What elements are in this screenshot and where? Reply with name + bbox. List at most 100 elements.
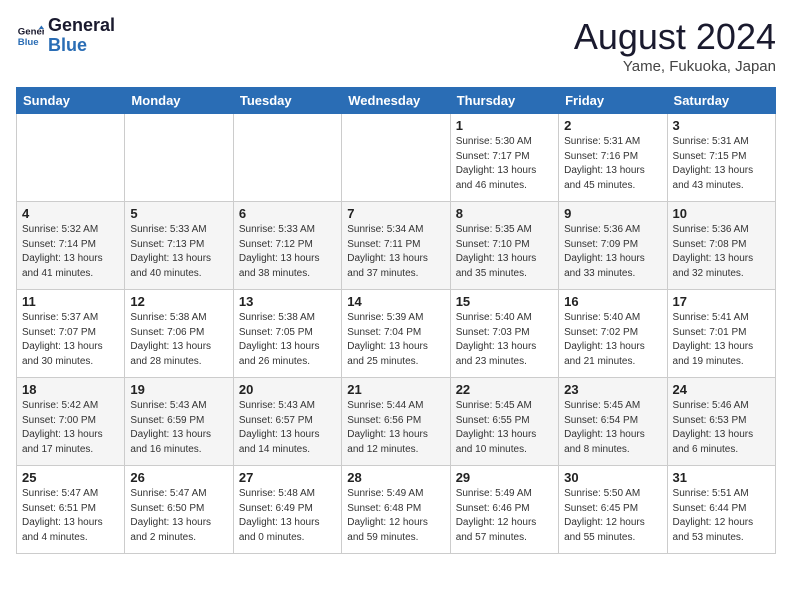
day-number: 2	[564, 118, 661, 133]
calendar-cell: 14 Sunrise: 5:39 AM Sunset: 7:04 PM Dayli…	[342, 290, 450, 378]
calendar-week-row: 1 Sunrise: 5:30 AM Sunset: 7:17 PM Daylig…	[17, 114, 776, 202]
day-info: Sunrise: 5:30 AM Sunset: 7:17 PM Dayligh…	[456, 135, 553, 193]
day-number: 17	[673, 294, 770, 309]
weekday-header-wednesday: Wednesday	[342, 88, 450, 114]
day-number: 30	[564, 470, 661, 485]
day-number: 1	[456, 118, 553, 133]
day-info: Sunrise: 5:31 AM Sunset: 7:15 PM Dayligh…	[673, 135, 770, 193]
calendar-week-row: 4 Sunrise: 5:32 AM Sunset: 7:14 PM Daylig…	[17, 202, 776, 290]
day-number: 22	[456, 382, 553, 397]
day-number: 13	[239, 294, 336, 309]
day-info: Sunrise: 5:46 AM Sunset: 6:53 PM Dayligh…	[673, 399, 770, 457]
calendar-cell: 24Sunrise: 5:46 AM Sunset: 6:53 PM Dayli…	[667, 378, 775, 466]
calendar-cell: 18 Sunrise: 5:42 AM Sunset: 7:00 PM Dayli…	[17, 378, 125, 466]
weekday-header-tuesday: Tuesday	[233, 88, 341, 114]
day-info: Sunrise: 5:31 AM Sunset: 7:16 PM Dayligh…	[564, 135, 661, 193]
day-number: 26	[130, 470, 227, 485]
day-number: 4	[22, 206, 119, 221]
day-number: 12	[130, 294, 227, 309]
calendar-title: August 2024	[574, 16, 776, 58]
day-info: Sunrise: 5:47 AM Sunset: 6:50 PM Dayligh…	[130, 487, 227, 545]
calendar-cell: 28 Sunrise: 5:49 AM Sunset: 6:48 PM Dayli…	[342, 466, 450, 554]
day-number: 20	[239, 382, 336, 397]
calendar-cell	[17, 114, 125, 202]
calendar-cell: 4 Sunrise: 5:32 AM Sunset: 7:14 PM Daylig…	[17, 202, 125, 290]
calendar-cell: 30 Sunrise: 5:50 AM Sunset: 6:45 PM Dayli…	[559, 466, 667, 554]
calendar-cell: 1 Sunrise: 5:30 AM Sunset: 7:17 PM Daylig…	[450, 114, 558, 202]
calendar-cell: 10Sunrise: 5:36 AM Sunset: 7:08 PM Dayli…	[667, 202, 775, 290]
calendar-cell: 31 Sunrise: 5:51 AM Sunset: 6:44 PM Dayli…	[667, 466, 775, 554]
day-info: Sunrise: 5:48 AM Sunset: 6:49 PM Dayligh…	[239, 487, 336, 545]
weekday-header-monday: Monday	[125, 88, 233, 114]
calendar-week-row: 25 Sunrise: 5:47 AM Sunset: 6:51 PM Dayli…	[17, 466, 776, 554]
day-info: Sunrise: 5:50 AM Sunset: 6:45 PM Dayligh…	[564, 487, 661, 545]
day-info: Sunrise: 5:36 AM Sunset: 7:09 PM Dayligh…	[564, 223, 661, 281]
day-info: Sunrise: 5:49 AM Sunset: 6:48 PM Dayligh…	[347, 487, 444, 545]
calendar-cell: 13 Sunrise: 5:38 AM Sunset: 7:05 PM Dayli…	[233, 290, 341, 378]
day-number: 31	[673, 470, 770, 485]
day-number: 28	[347, 470, 444, 485]
calendar-cell: 21 Sunrise: 5:44 AM Sunset: 6:56 PM Dayli…	[342, 378, 450, 466]
weekday-header-thursday: Thursday	[450, 88, 558, 114]
day-info: Sunrise: 5:35 AM Sunset: 7:10 PM Dayligh…	[456, 223, 553, 281]
calendar-cell	[125, 114, 233, 202]
day-number: 8	[456, 206, 553, 221]
day-number: 25	[22, 470, 119, 485]
day-info: Sunrise: 5:45 AM Sunset: 6:54 PM Dayligh…	[564, 399, 661, 457]
day-number: 29	[456, 470, 553, 485]
calendar-cell: 16Sunrise: 5:40 AM Sunset: 7:02 PM Dayli…	[559, 290, 667, 378]
calendar-cell: 22 Sunrise: 5:45 AM Sunset: 6:55 PM Dayli…	[450, 378, 558, 466]
day-info: Sunrise: 5:43 AM Sunset: 6:59 PM Dayligh…	[130, 399, 227, 457]
day-info: Sunrise: 5:44 AM Sunset: 6:56 PM Dayligh…	[347, 399, 444, 457]
day-info: Sunrise: 5:41 AM Sunset: 7:01 PM Dayligh…	[673, 311, 770, 369]
day-number: 7	[347, 206, 444, 221]
day-number: 9	[564, 206, 661, 221]
day-number: 14	[347, 294, 444, 309]
logo: General Blue General Blue	[16, 16, 115, 56]
calendar-cell: 27 Sunrise: 5:48 AM Sunset: 6:49 PM Dayli…	[233, 466, 341, 554]
day-info: Sunrise: 5:38 AM Sunset: 7:05 PM Dayligh…	[239, 311, 336, 369]
day-info: Sunrise: 5:42 AM Sunset: 7:00 PM Dayligh…	[22, 399, 119, 457]
day-info: Sunrise: 5:40 AM Sunset: 7:02 PM Dayligh…	[564, 311, 661, 369]
calendar-cell: 25 Sunrise: 5:47 AM Sunset: 6:51 PM Dayli…	[17, 466, 125, 554]
calendar-cell: 8 Sunrise: 5:35 AM Sunset: 7:10 PM Daylig…	[450, 202, 558, 290]
calendar-cell: 23Sunrise: 5:45 AM Sunset: 6:54 PM Dayli…	[559, 378, 667, 466]
day-info: Sunrise: 5:32 AM Sunset: 7:14 PM Dayligh…	[22, 223, 119, 281]
calendar-cell: 11 Sunrise: 5:37 AM Sunset: 7:07 PM Dayli…	[17, 290, 125, 378]
day-info: Sunrise: 5:43 AM Sunset: 6:57 PM Dayligh…	[239, 399, 336, 457]
calendar-cell	[342, 114, 450, 202]
calendar-week-row: 18 Sunrise: 5:42 AM Sunset: 7:00 PM Dayli…	[17, 378, 776, 466]
day-number: 15	[456, 294, 553, 309]
calendar-week-row: 11 Sunrise: 5:37 AM Sunset: 7:07 PM Dayli…	[17, 290, 776, 378]
day-info: Sunrise: 5:36 AM Sunset: 7:08 PM Dayligh…	[673, 223, 770, 281]
svg-text:Blue: Blue	[18, 37, 39, 48]
day-info: Sunrise: 5:47 AM Sunset: 6:51 PM Dayligh…	[22, 487, 119, 545]
calendar-table: SundayMondayTuesdayWednesdayThursdayFrid…	[16, 87, 776, 554]
weekday-header-friday: Friday	[559, 88, 667, 114]
day-number: 3	[673, 118, 770, 133]
day-info: Sunrise: 5:33 AM Sunset: 7:13 PM Dayligh…	[130, 223, 227, 281]
day-info: Sunrise: 5:33 AM Sunset: 7:12 PM Dayligh…	[239, 223, 336, 281]
day-number: 21	[347, 382, 444, 397]
logo-icon: General Blue	[16, 22, 44, 50]
day-info: Sunrise: 5:49 AM Sunset: 6:46 PM Dayligh…	[456, 487, 553, 545]
day-number: 19	[130, 382, 227, 397]
day-info: Sunrise: 5:45 AM Sunset: 6:55 PM Dayligh…	[456, 399, 553, 457]
page-header: General Blue General Blue August 2024 Ya…	[16, 16, 776, 75]
calendar-cell: 12Sunrise: 5:38 AM Sunset: 7:06 PM Dayli…	[125, 290, 233, 378]
title-block: August 2024 Yame, Fukuoka, Japan	[574, 16, 776, 75]
calendar-cell: 29 Sunrise: 5:49 AM Sunset: 6:46 PM Dayli…	[450, 466, 558, 554]
day-info: Sunrise: 5:51 AM Sunset: 6:44 PM Dayligh…	[673, 487, 770, 545]
calendar-cell: 6Sunrise: 5:33 AM Sunset: 7:12 PM Daylig…	[233, 202, 341, 290]
day-info: Sunrise: 5:39 AM Sunset: 7:04 PM Dayligh…	[347, 311, 444, 369]
day-number: 27	[239, 470, 336, 485]
day-info: Sunrise: 5:37 AM Sunset: 7:07 PM Dayligh…	[22, 311, 119, 369]
calendar-cell: 3 Sunrise: 5:31 AM Sunset: 7:15 PM Daylig…	[667, 114, 775, 202]
calendar-cell: 9 Sunrise: 5:36 AM Sunset: 7:09 PM Daylig…	[559, 202, 667, 290]
weekday-header-saturday: Saturday	[667, 88, 775, 114]
calendar-cell: 2 Sunrise: 5:31 AM Sunset: 7:16 PM Daylig…	[559, 114, 667, 202]
day-info: Sunrise: 5:34 AM Sunset: 7:11 PM Dayligh…	[347, 223, 444, 281]
weekday-header-sunday: Sunday	[17, 88, 125, 114]
day-number: 18	[22, 382, 119, 397]
day-number: 11	[22, 294, 119, 309]
